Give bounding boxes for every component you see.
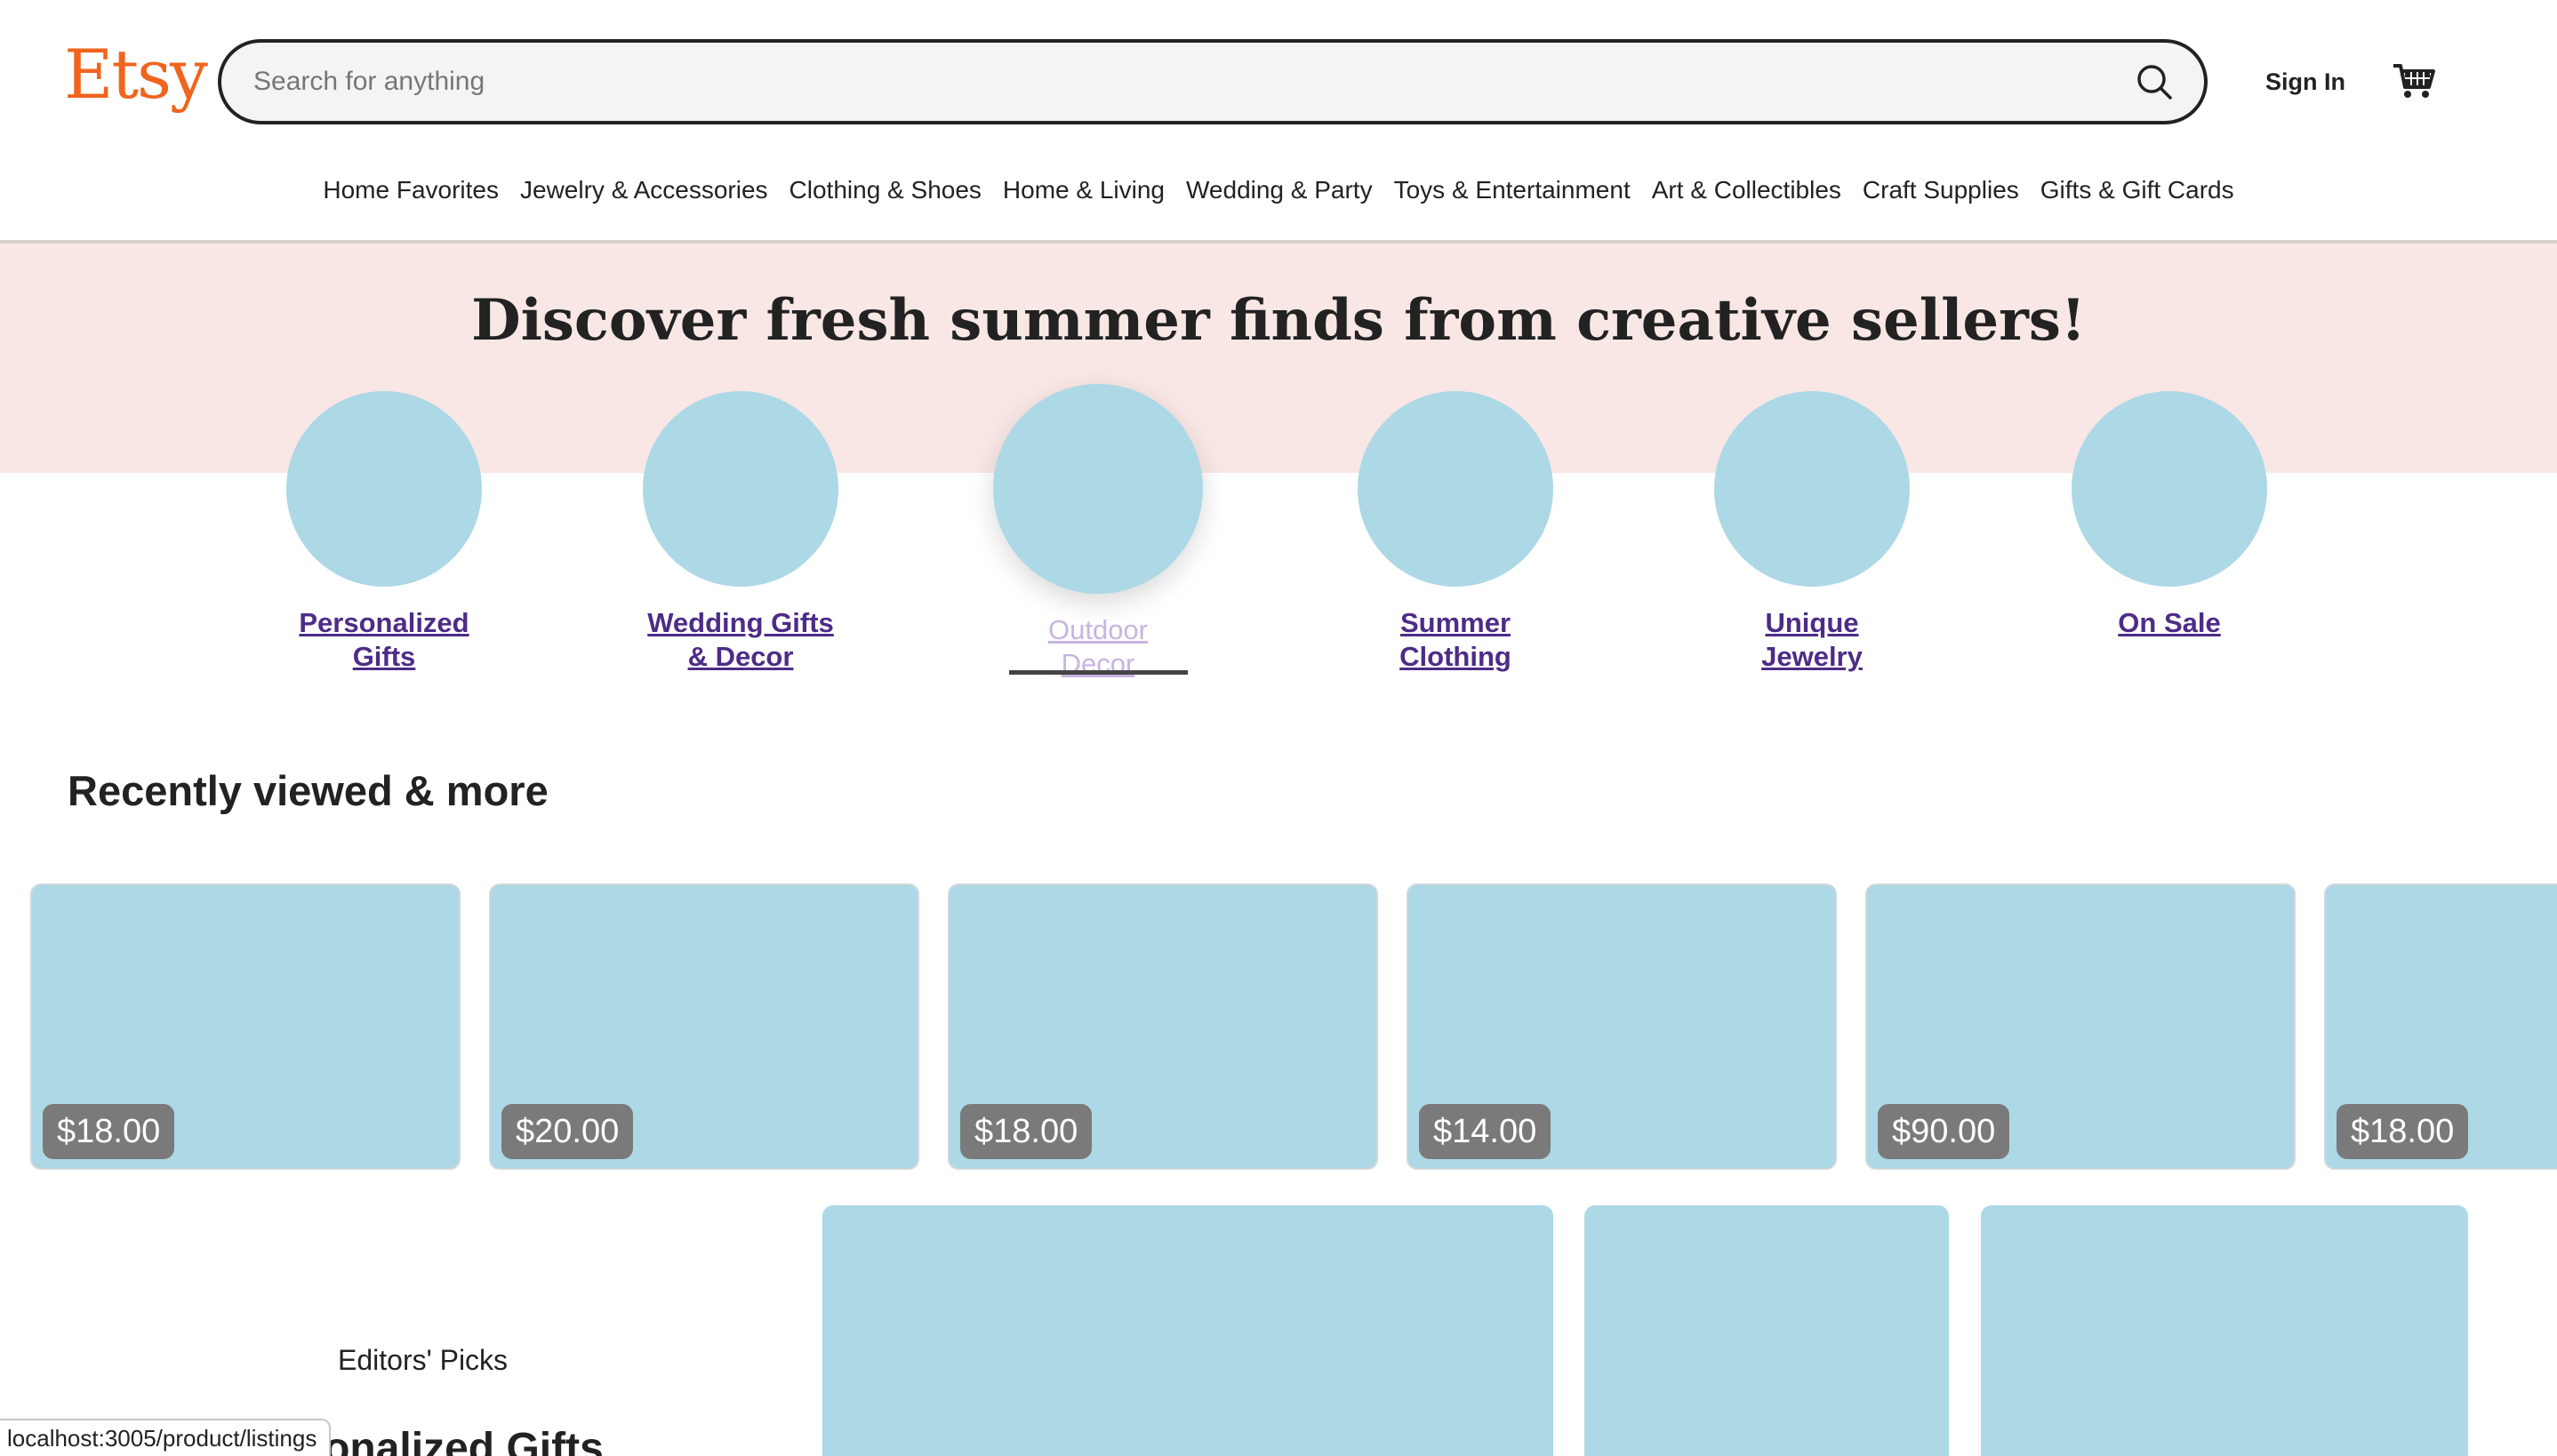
nav-craft-supplies[interactable]: Craft Supplies	[1863, 167, 2019, 213]
circle-link[interactable]: Personalized Gifts	[277, 606, 491, 674]
circle-image[interactable]	[286, 391, 482, 587]
listing-card[interactable]: $18.00	[2324, 884, 2557, 1170]
nav-wedding-party[interactable]: Wedding & Party	[1186, 167, 1373, 213]
listing-card[interactable]: $18.00	[30, 884, 461, 1170]
circle-link[interactable]: Wedding Gifts & Decor	[634, 606, 847, 674]
editors-pick-image[interactable]	[1981, 1205, 2468, 1456]
nav-home-living[interactable]: Home & Living	[1003, 167, 1165, 213]
circle-image[interactable]	[1358, 391, 1553, 587]
price-badge: $18.00	[960, 1104, 1093, 1159]
price-badge: $14.00	[1419, 1104, 1551, 1159]
listing-card[interactable]: $18.00	[948, 884, 1378, 1170]
circle-summer-clothing[interactable]: Summer Clothing	[1349, 391, 1562, 674]
price-badge: $90.00	[1878, 1104, 2010, 1159]
category-nav: Home Favorites Jewelry & Accessories Clo…	[0, 167, 2557, 213]
search-input[interactable]	[253, 43, 2076, 121]
listing-card[interactable]: $90.00	[1865, 884, 2296, 1170]
link-status-bar: localhost:3005/product/listings	[0, 1419, 332, 1456]
editors-pick-image[interactable]	[1584, 1205, 1949, 1456]
search-button[interactable]	[2128, 55, 2181, 108]
editors-pick-image[interactable]	[822, 1205, 1553, 1456]
circle-image[interactable]	[2072, 391, 2267, 587]
cart-button[interactable]	[2392, 60, 2445, 105]
sign-in-button[interactable]: Sign In	[2265, 64, 2345, 100]
price-badge: $18.00	[2337, 1104, 2469, 1159]
circle-on-sale[interactable]: On Sale	[2063, 391, 2276, 640]
circle-image[interactable]	[993, 384, 1203, 594]
hero-title: Discover fresh summer finds from creativ…	[471, 287, 2086, 354]
search-bar[interactable]	[218, 39, 2208, 124]
cart-icon	[2393, 64, 2435, 98]
circle-link[interactable]: On Sale	[2063, 606, 2276, 640]
nav-art-collectibles[interactable]: Art & Collectibles	[1652, 167, 1841, 213]
circle-image[interactable]	[643, 391, 838, 587]
circle-link[interactable]: Unique Jewelry	[1705, 606, 1919, 674]
price-badge: $20.00	[501, 1104, 634, 1159]
editors-picks-label: Editors' Picks	[338, 1344, 509, 1376]
price-badge: $18.00	[43, 1104, 175, 1159]
etsy-logo[interactable]: Etsy	[64, 32, 208, 117]
nav-toys-entertainment[interactable]: Toys & Entertainment	[1394, 167, 1631, 213]
nav-clothing-shoes[interactable]: Clothing & Shoes	[790, 167, 982, 213]
listing-card[interactable]: $20.00	[489, 884, 919, 1170]
circle-outdoor-decor[interactable]: Outdoor Decor	[991, 384, 1205, 681]
hover-indicator	[1009, 670, 1188, 675]
circle-wedding-gifts-decor[interactable]: Wedding Gifts & Decor	[634, 391, 847, 674]
circle-link[interactable]: Summer Clothing	[1349, 606, 1562, 674]
nav-gifts-gift-cards[interactable]: Gifts & Gift Cards	[2040, 167, 2234, 213]
circle-image[interactable]	[1714, 391, 1910, 587]
circle-personalized-gifts[interactable]: Personalized Gifts	[277, 391, 491, 674]
search-icon	[2137, 65, 2172, 100]
circle-unique-jewelry[interactable]: Unique Jewelry	[1705, 391, 1919, 674]
nav-home-favorites[interactable]: Home Favorites	[323, 167, 499, 213]
listing-card[interactable]: $14.00	[1407, 884, 1837, 1170]
recently-viewed-title: Recently viewed & more	[68, 767, 549, 814]
nav-jewelry-accessories[interactable]: Jewelry & Accessories	[520, 167, 768, 213]
